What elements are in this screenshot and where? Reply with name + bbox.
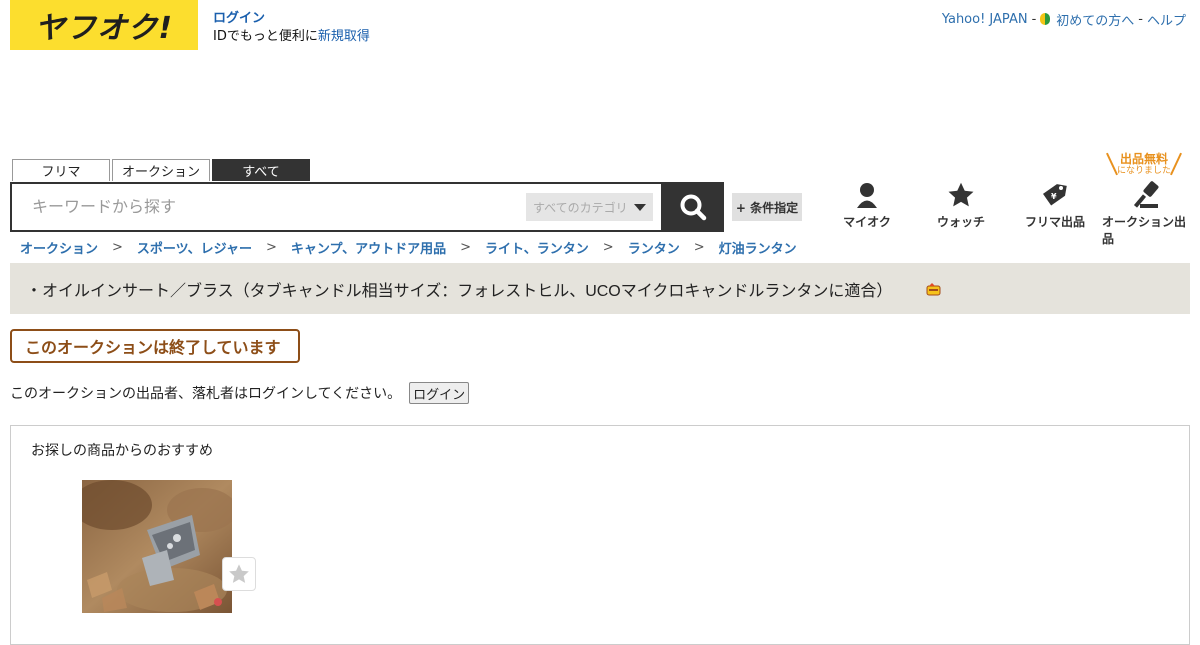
- person-icon: [857, 183, 877, 208]
- star-icon: [948, 182, 974, 207]
- separator: -: [1138, 12, 1143, 27]
- login-link[interactable]: ログイン: [213, 11, 265, 26]
- item-title-bar: ・オイルインサート／ブラス（タブキャンドル相当サイズ：フォレストヒル、UCOマイ…: [10, 263, 1190, 314]
- breadcrumb-separator: >: [265, 240, 277, 255]
- help-link[interactable]: ヘルプ: [1147, 10, 1186, 29]
- nav-flea-sell[interactable]: ¥ フリマ出品: [1008, 180, 1102, 247]
- breadcrumb-separator: >: [602, 240, 614, 255]
- nav-icons: マイオク ウォッチ ¥ フリマ出品 オークション出品: [820, 180, 1196, 247]
- breadcrumb-item[interactable]: オークション: [20, 238, 98, 257]
- tab-auction[interactable]: オークション: [112, 159, 210, 181]
- top-links: Yahoo! JAPAN - 初めての方へ - ヘルプ: [942, 10, 1186, 29]
- category-label: すべてのカテゴリ: [533, 200, 628, 215]
- category-select[interactable]: すべてのカテゴリ: [526, 193, 653, 221]
- price-tag-icon: ¥: [1043, 184, 1067, 206]
- breadcrumb-separator: >: [460, 240, 472, 255]
- breadcrumb-item[interactable]: ライト、ランタン: [485, 238, 589, 257]
- breadcrumb-item[interactable]: ランタン: [628, 238, 680, 257]
- condition-button[interactable]: + 条件指定: [732, 193, 802, 221]
- star-icon: [229, 564, 249, 583]
- nav-auction-sell-label: オークション出品: [1102, 215, 1187, 246]
- beginner-link[interactable]: 初めての方へ: [1056, 10, 1134, 29]
- separator: -: [1031, 12, 1037, 27]
- id-text: IDでもっと便利に: [213, 29, 318, 44]
- nav-auction-sell[interactable]: オークション出品: [1102, 180, 1196, 247]
- breadcrumb-separator: >: [112, 240, 123, 255]
- nav-myauc[interactable]: マイオク: [820, 180, 914, 247]
- item-title: ・オイルインサート／ブラス（タブキャンドル相当サイズ：フォレストヒル、UCOマイ…: [26, 282, 893, 300]
- free-listing-badge: 出品無料 になりました: [1103, 152, 1185, 178]
- breadcrumb-item[interactable]: キャンプ、アウトドア用品: [291, 238, 446, 257]
- watch-star-button[interactable]: [222, 557, 256, 591]
- recommendation-panel: お探しの商品からのおすすめ: [10, 425, 1190, 645]
- yahoo-japan-link[interactable]: Yahoo! JAPAN: [942, 12, 1028, 27]
- search-box: すべてのカテゴリ: [10, 182, 663, 232]
- chevron-down-icon: [633, 203, 646, 211]
- tab-all[interactable]: すべて: [212, 159, 310, 181]
- id-line: IDでもっと便利に新規取得: [213, 28, 370, 46]
- nav-flea-sell-label: フリマ出品: [1024, 215, 1085, 229]
- login-box: ログイン IDでもっと便利に新規取得: [213, 10, 370, 46]
- search-button[interactable]: [662, 182, 724, 232]
- breadcrumb-item[interactable]: 灯油ランタン: [719, 238, 797, 257]
- search-input[interactable]: [22, 184, 534, 232]
- nav-myauc-label: マイオク: [843, 215, 891, 229]
- search-tabs: フリマ オークション すべて: [12, 159, 312, 181]
- yahuoku-logo[interactable]: ヤフオク!: [10, 0, 198, 50]
- recommendation-title: お探しの商品からのおすすめ: [31, 443, 213, 459]
- breadcrumb: オークション > スポーツ、レジャー > キャンプ、アウトドア用品 > ライト、…: [20, 238, 797, 257]
- free-badge-line1: 出品無料: [1119, 152, 1168, 166]
- new-item-icon: [926, 282, 942, 296]
- login-note: このオークションの出品者、落札者はログインしてください。 ログイン: [10, 382, 470, 404]
- breadcrumb-item[interactable]: スポーツ、レジャー: [137, 238, 252, 257]
- svg-text:¥: ¥: [1051, 192, 1057, 201]
- search-icon: [680, 194, 707, 221]
- register-link[interactable]: 新規取得: [318, 29, 370, 44]
- beginner-mark-icon: [1040, 13, 1051, 26]
- gavel-icon: [1134, 181, 1159, 208]
- logo-text: ヤフオク!: [34, 11, 174, 46]
- nav-watch-label: ウォッチ: [936, 215, 985, 229]
- nav-watch[interactable]: ウォッチ: [914, 180, 1008, 247]
- login-button[interactable]: ログイン: [409, 382, 470, 404]
- tab-flea[interactable]: フリマ: [12, 159, 110, 181]
- auction-ended-notice: このオークションは終了しています: [10, 329, 300, 363]
- product-thumbnail[interactable]: [82, 480, 232, 613]
- breadcrumb-separator: >: [693, 240, 705, 255]
- login-note-text: このオークションの出品者、落札者はログインしてください。: [10, 386, 402, 402]
